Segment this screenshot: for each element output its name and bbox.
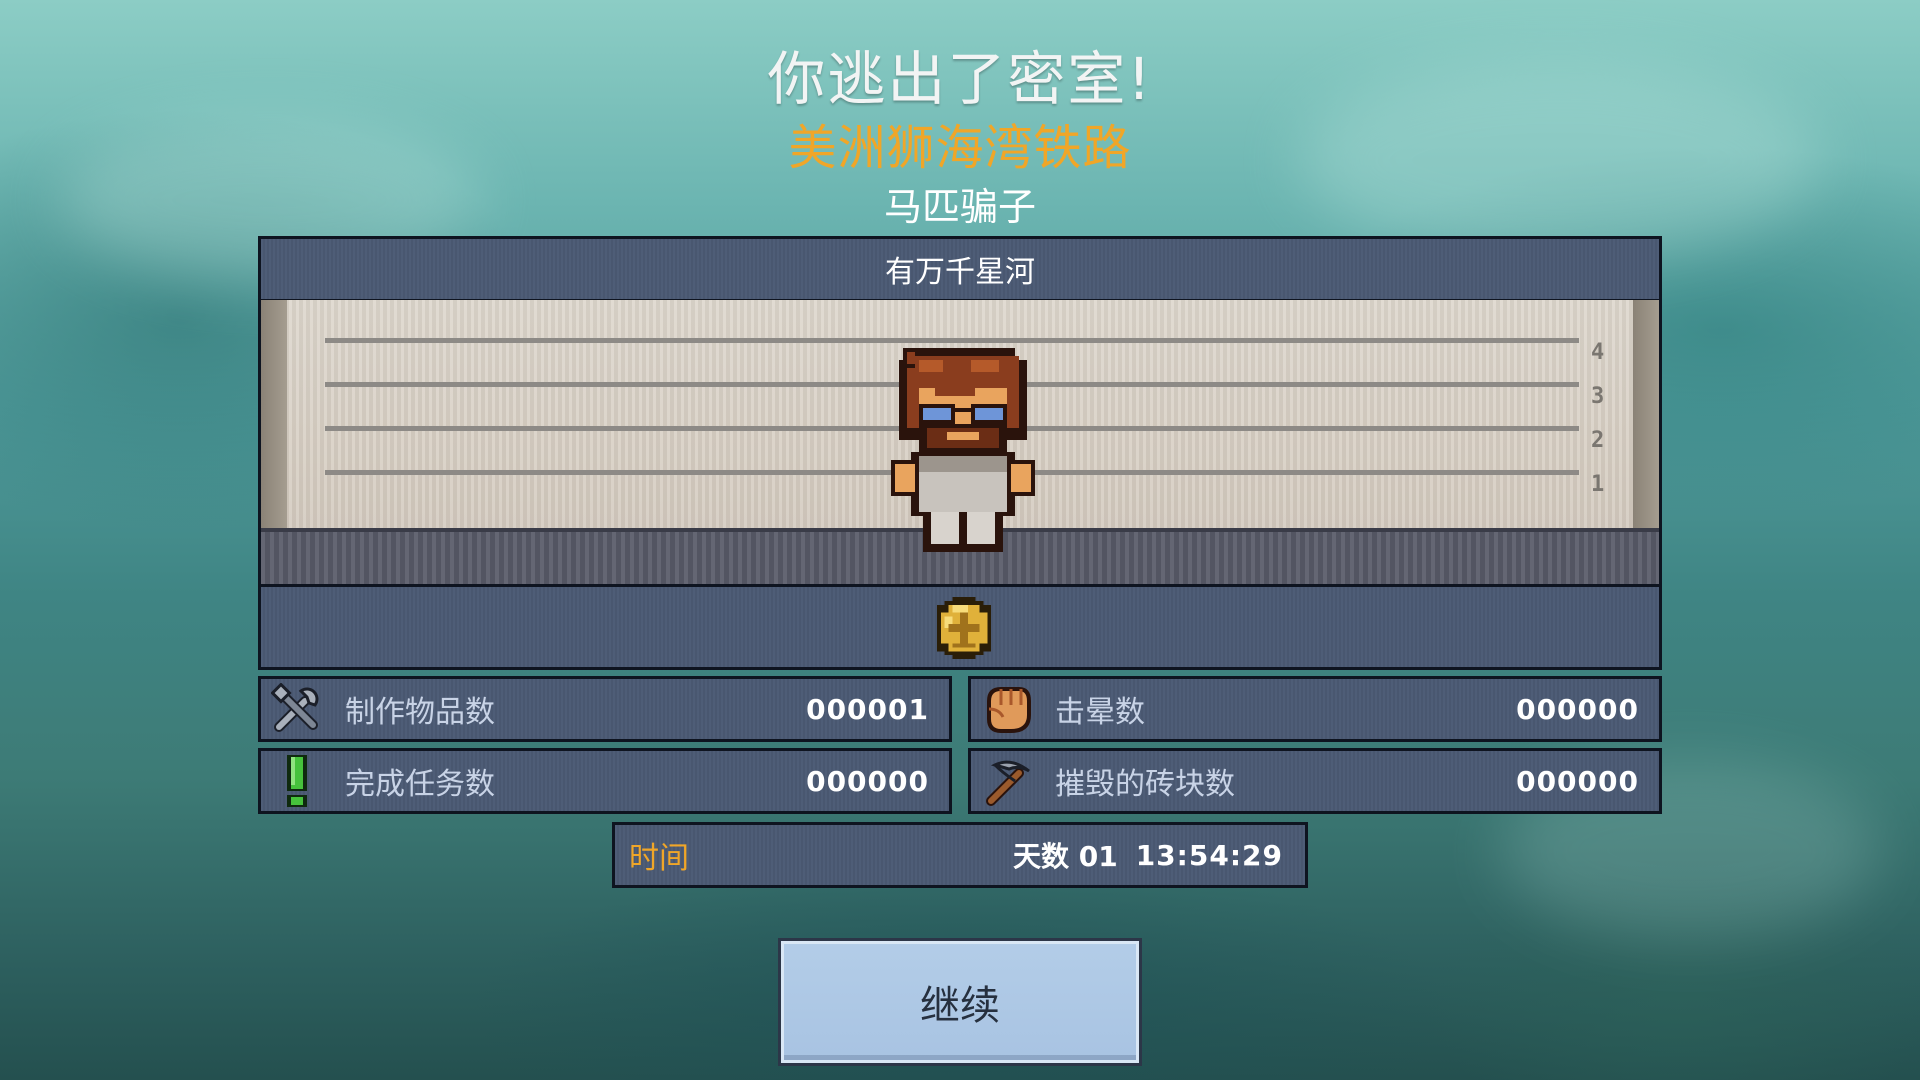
stat-quests-completed: 完成任务数 000000 (258, 748, 952, 814)
player-name: 有万千星河 (885, 255, 1035, 290)
height-mark: 3 (1591, 384, 1605, 409)
continue-button-label: 继续 (920, 983, 1000, 1029)
gold-coin-icon (936, 597, 992, 659)
stat-crafted-items: 制作物品数 000001 (258, 676, 952, 742)
continue-button[interactable]: 继续 (778, 938, 1142, 1066)
player-name-bar: 有万千星河 (258, 236, 1662, 302)
stat-label: 摧毁的砖块数 (1055, 767, 1235, 802)
tools-icon (267, 679, 327, 739)
character-title: 马匹骗子 (883, 185, 1036, 229)
pickaxe-icon (977, 751, 1037, 811)
stat-bricks-destroyed: 摧毁的砖块数 000000 (968, 748, 1662, 814)
stat-value: 000000 (806, 764, 929, 798)
escape-time-bar: 时间 天数 01 13:54:29 (612, 822, 1308, 888)
stat-knockouts: 击晕数 000000 (968, 676, 1662, 742)
escape-title: 你逃出了密室! (767, 45, 1153, 113)
height-mark: 4 (1591, 340, 1605, 365)
height-mark: 1 (1591, 472, 1605, 497)
reward-bar (258, 584, 1662, 670)
time-days: 天数 01 (1012, 840, 1118, 873)
exclamation-icon (267, 751, 327, 811)
stat-value: 000001 (806, 692, 929, 726)
map-name: 美洲狮海湾铁路 (788, 120, 1132, 176)
stat-label: 击晕数 (1055, 695, 1145, 730)
height-line (325, 338, 1579, 343)
height-mark: 2 (1591, 428, 1605, 453)
stat-label: 制作物品数 (345, 695, 495, 730)
fist-icon (977, 679, 1037, 739)
wall-post (1633, 300, 1659, 528)
stat-value: 000000 (1516, 692, 1639, 726)
wall-post (261, 300, 287, 528)
time-label: 时间 (629, 841, 689, 876)
stat-label: 完成任务数 (345, 767, 495, 802)
mugshot-scene: 4 3 2 1 (258, 300, 1662, 584)
time-clock: 13:54:29 (1135, 838, 1283, 872)
player-character-sprite (891, 348, 1035, 552)
stat-value: 000000 (1516, 764, 1639, 798)
